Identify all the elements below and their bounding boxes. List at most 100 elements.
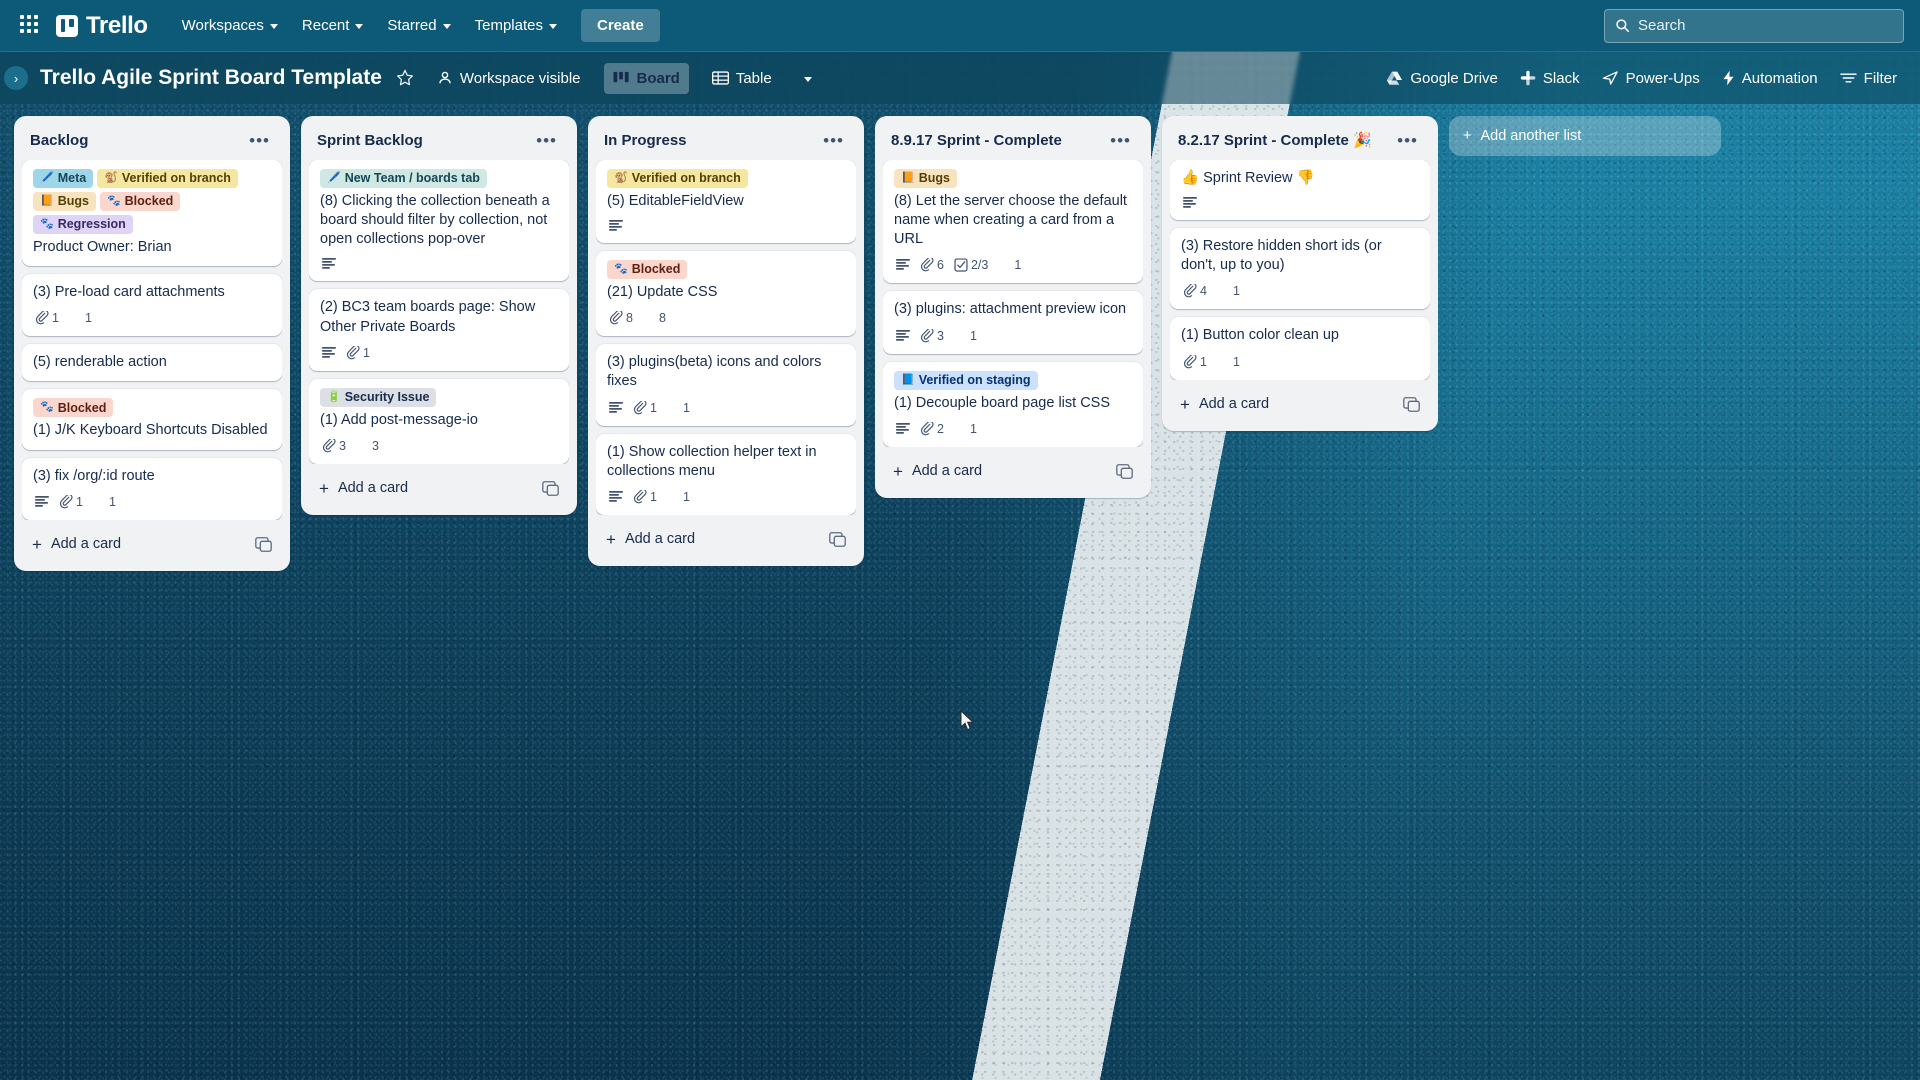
filter-button[interactable]: Filter bbox=[1831, 63, 1906, 94]
card-labels: 🐾 Blocked bbox=[607, 260, 845, 280]
list-cards: 🖊️ New Team / boards tab (8) Clicking the … bbox=[309, 160, 569, 464]
members-icon bbox=[81, 312, 82, 324]
card-template-icon bbox=[1403, 396, 1420, 412]
nav-item-workspaces[interactable]: Workspaces bbox=[172, 10, 288, 41]
board-card[interactable]: (5) renderable action bbox=[22, 344, 282, 382]
card-label[interactable]: 🐾 Blocked bbox=[99, 192, 181, 211]
add-card-button[interactable]: + Add a card bbox=[1170, 386, 1430, 423]
card-label-text: Meta bbox=[57, 171, 87, 186]
card-title: (3) Restore hidden short ids (or don't, … bbox=[1181, 238, 1382, 274]
card-label[interactable]: 🐾 Blocked bbox=[607, 260, 688, 280]
star-icon[interactable] bbox=[396, 69, 414, 87]
board-card[interactable]: 🔋 Security Issue (1) Add post-message-io 3 3 bbox=[309, 378, 569, 464]
list-title[interactable]: 8.2.17 Sprint - Complete 🎉 bbox=[1178, 132, 1393, 150]
card-title: (1) J/K Keyboard Shortcuts Disabled bbox=[33, 422, 268, 439]
card-label-glyph-icon: 🖊️ bbox=[327, 172, 341, 184]
search-input[interactable]: Search bbox=[1604, 8, 1904, 43]
list-title[interactable]: Sprint Backlog bbox=[317, 132, 532, 150]
attachment-icon bbox=[322, 438, 336, 453]
list-title[interactable]: Backlog bbox=[30, 132, 245, 150]
view-tab-table[interactable]: Table bbox=[703, 63, 781, 94]
add-card-button[interactable]: + Add a card bbox=[596, 521, 856, 558]
board-card[interactable]: (3) Restore hidden short ids (or don't, … bbox=[1170, 228, 1430, 310]
card-label[interactable]: 📙 Bugs bbox=[894, 169, 957, 188]
card-label[interactable]: 🐒 Verified on branch bbox=[607, 169, 748, 188]
more-views-button[interactable] bbox=[795, 68, 821, 89]
trello-wordmark: Trello bbox=[86, 11, 148, 39]
automation-button[interactable]: Automation bbox=[1713, 63, 1827, 94]
list-actions-icon[interactable]: ••• bbox=[1393, 132, 1422, 149]
board-card[interactable]: 🖊️ Meta 🐒 Verified on branch 📙 Bugs 🐾 Blocked 🐾 R… bbox=[22, 160, 282, 267]
list-title[interactable]: 8.9.17 Sprint - Complete bbox=[891, 132, 1106, 150]
board-card[interactable]: 🖊️ New Team / boards tab (8) Clicking the … bbox=[309, 160, 569, 282]
card-label[interactable]: 🖊️ New Team / boards tab bbox=[320, 169, 487, 188]
nav-item-starred[interactable]: Starred bbox=[377, 10, 460, 41]
list-title[interactable]: In Progress bbox=[604, 132, 819, 150]
card-label[interactable]: 🔋 Security Issue bbox=[320, 387, 437, 407]
add-list-button[interactable]: + Add another list bbox=[1449, 116, 1721, 156]
board-card[interactable]: (3) fix /org/:id route 1 1 bbox=[22, 457, 282, 520]
card-label[interactable]: 🖊️ Meta bbox=[33, 169, 94, 188]
card-label-glyph-icon: 🐒 bbox=[614, 172, 628, 184]
card-template-button[interactable] bbox=[255, 536, 272, 552]
card-template-button[interactable] bbox=[1403, 396, 1420, 412]
slack-icon bbox=[1520, 70, 1536, 86]
mouse-cursor bbox=[960, 710, 975, 731]
board-card[interactable]: (2) BC3 team boards page: Show Other Pri… bbox=[309, 289, 569, 371]
board-card[interactable]: 🐾 Blocked (1) J/K Keyboard Shortcuts Disab… bbox=[22, 389, 282, 450]
list-header: In Progress ••• bbox=[596, 124, 856, 160]
add-card-button[interactable]: + Add a card bbox=[309, 470, 569, 507]
chevron-down-icon bbox=[442, 24, 451, 29]
list-actions-icon[interactable]: ••• bbox=[532, 132, 561, 149]
power-ups-button[interactable]: Power-Ups bbox=[1593, 63, 1709, 94]
card-badge-attachment: 1 bbox=[631, 488, 659, 506]
nav-item-templates[interactable]: Templates bbox=[465, 10, 567, 41]
board-card[interactable]: 📘 Verified on staging (1) Decouple board p… bbox=[883, 361, 1143, 447]
workspace-visibility-button[interactable]: Workspace visible bbox=[428, 63, 590, 94]
add-card-button[interactable]: + Add a card bbox=[22, 526, 282, 563]
board-card[interactable]: 👍 Sprint Review 👎 bbox=[1170, 160, 1430, 221]
list-actions-icon[interactable]: ••• bbox=[245, 132, 274, 149]
list-actions-icon[interactable]: ••• bbox=[819, 132, 848, 149]
apps-grid-icon[interactable] bbox=[20, 14, 42, 37]
board-card[interactable]: (1) Button color clean up 1 1 bbox=[1170, 317, 1430, 380]
card-label[interactable]: 📙 Bugs bbox=[33, 192, 96, 211]
list-header: 8.9.17 Sprint - Complete ••• bbox=[883, 124, 1143, 160]
card-label[interactable]: 📘 Verified on staging bbox=[894, 370, 1038, 390]
google-drive-icon bbox=[1387, 71, 1403, 85]
board-card[interactable]: 🐒 Verified on branch (5) EditableFieldView bbox=[596, 160, 856, 244]
trello-home-link[interactable]: Trello bbox=[56, 12, 148, 40]
card-title: (5) renderable action bbox=[33, 354, 167, 371]
card-template-button[interactable] bbox=[542, 480, 559, 496]
card-label[interactable]: 🐾 Regression bbox=[33, 215, 133, 234]
board-card[interactable]: 🐾 Blocked (21) Update CSS 8 8 bbox=[596, 251, 856, 337]
view-tab-board[interactable]: Board bbox=[603, 62, 689, 94]
board-card[interactable]: (1) Show collection helper text in colle… bbox=[596, 433, 856, 515]
list-actions-icon[interactable]: ••• bbox=[1106, 132, 1135, 149]
card-template-button[interactable] bbox=[1116, 463, 1133, 479]
card-label-text: Verified on branch bbox=[631, 171, 741, 186]
attachment-icon bbox=[633, 489, 647, 504]
board-card[interactable]: (3) plugins: attachment preview icon 3 1 bbox=[883, 291, 1143, 354]
card-badge-value: 1 bbox=[84, 311, 92, 326]
card-label[interactable]: 🐒 Verified on branch bbox=[97, 169, 238, 188]
add-card-label: Add a card bbox=[337, 480, 409, 497]
nav-item-recent[interactable]: Recent bbox=[292, 10, 374, 41]
card-label-glyph-icon: 🐒 bbox=[104, 172, 118, 184]
create-button[interactable]: Create bbox=[581, 9, 660, 42]
add-card-button[interactable]: + Add a card bbox=[883, 453, 1143, 490]
plus-icon: + bbox=[606, 529, 616, 549]
card-badge-description bbox=[320, 345, 338, 361]
card-label[interactable]: 🐾 Blocked bbox=[33, 398, 114, 418]
card-template-icon bbox=[1116, 463, 1133, 479]
card-title: (8) Clicking the collection beneath a bo… bbox=[320, 193, 550, 248]
board-card[interactable]: (3) plugins(beta) icons and colors fixes… bbox=[596, 344, 856, 426]
board-card[interactable]: 📙 Bugs (8) Let the server choose the defau… bbox=[883, 160, 1143, 284]
power-up-slack[interactable]: Slack bbox=[1511, 63, 1589, 94]
members-icon bbox=[679, 491, 680, 503]
members-icon bbox=[105, 496, 106, 508]
board-card[interactable]: (3) Pre-load card attachments 1 1 bbox=[22, 274, 282, 337]
card-template-button[interactable] bbox=[829, 531, 846, 547]
power-up-google-drive[interactable]: Google Drive bbox=[1377, 63, 1507, 94]
sidebar-expand-button[interactable]: › bbox=[4, 66, 28, 90]
